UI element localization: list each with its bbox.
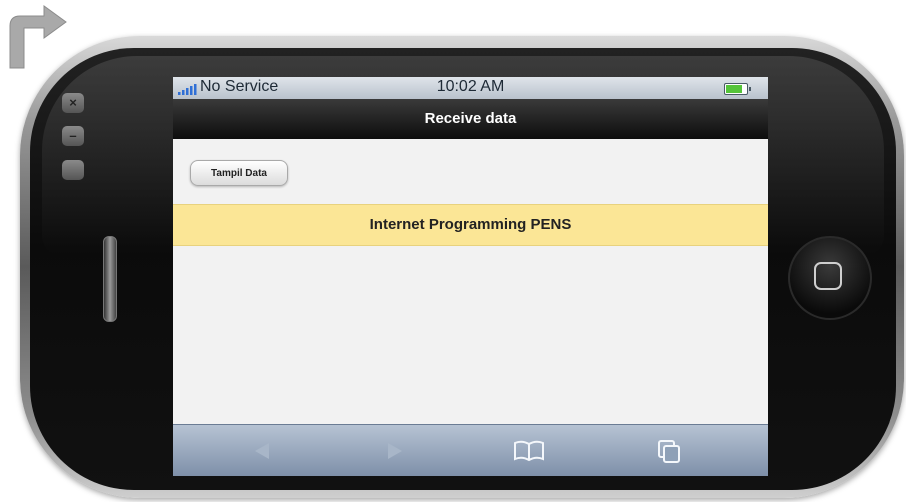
home-icon [814,262,842,290]
status-time: 10:02 AM [436,78,505,95]
close-icon[interactable]: × [62,93,84,113]
forward-icon[interactable] [374,435,414,467]
bookmarks-icon[interactable] [509,435,549,467]
back-icon[interactable] [243,435,283,467]
battery-tip [749,87,751,91]
tampil-data-button[interactable]: Tampil Data [190,160,288,186]
pages-icon[interactable] [649,435,689,467]
browser-toolbar [173,424,768,476]
battery-level [726,85,742,93]
rotate-device-icon[interactable] [4,2,70,72]
minimize-icon[interactable]: – [62,126,84,146]
status-bar: No Service 10:02 AM [173,77,768,99]
phone-screen: No Service 10:02 AM Receive data Tampil … [173,77,768,476]
home-button[interactable] [788,236,872,320]
speaker-slot [103,236,117,322]
result-banner: Internet Programming PENS [173,204,768,246]
rotate-icon[interactable] [62,160,84,180]
battery-icon [724,83,751,95]
page-title: Receive data [173,99,768,139]
